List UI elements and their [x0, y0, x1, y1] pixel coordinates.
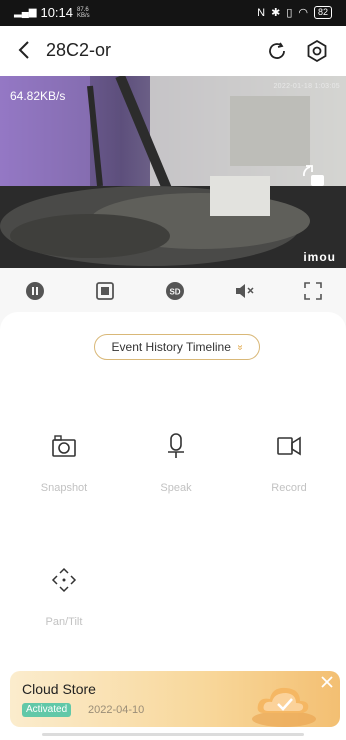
camera-icon	[52, 435, 76, 457]
video-record-icon	[277, 436, 301, 456]
status-badge: Activated	[22, 703, 72, 717]
pan-tilt-icon	[51, 567, 77, 593]
mute-icon[interactable]	[234, 280, 256, 302]
app-header: 28C2-or	[0, 26, 346, 76]
cloud-store-date: 2022-04-10	[88, 704, 145, 716]
bitrate-label: 64.82KB/s	[10, 89, 66, 103]
device-title: 28C2-or	[46, 40, 112, 60]
live-video[interactable]: 64.82KB/s 2022-01-18 1:03:05 imou	[0, 76, 346, 268]
bluetooth-icon: ✱	[271, 7, 281, 19]
speak-button[interactable]: Speak	[136, 432, 216, 494]
speak-label: Speak	[160, 482, 192, 494]
record-label: Record	[271, 482, 307, 494]
battery-indicator: 82	[313, 6, 332, 19]
snapshot-label: Snapshot	[40, 482, 88, 494]
refresh-icon[interactable]	[265, 39, 289, 63]
record-button[interactable]: Record	[249, 432, 329, 494]
cloud-icon	[252, 687, 316, 727]
settings-icon[interactable]	[305, 39, 329, 63]
vibrate-icon: ▯	[286, 7, 293, 19]
pause-icon[interactable]	[24, 280, 46, 302]
brand-logo: imou	[303, 250, 336, 264]
back-icon[interactable]	[14, 38, 36, 62]
cloud-store-title: Cloud Store	[22, 681, 96, 697]
fullscreen-icon[interactable]	[302, 280, 324, 302]
stop-icon[interactable]	[94, 280, 116, 302]
home-indicator	[42, 733, 304, 736]
sd-icon[interactable]: SD	[164, 280, 186, 302]
nfc-icon: N	[257, 6, 266, 19]
status-time: 10:14	[40, 5, 74, 20]
video-timestamp: 2022-01-18 1:03:05	[273, 83, 340, 90]
signal-icon: ▂▄▆	[14, 7, 37, 18]
network-speed: 87.6 KB/s	[77, 6, 90, 19]
wifi-icon: ◠	[298, 7, 308, 19]
timeline-label: Event History Timeline	[111, 340, 231, 354]
playback-controls: SD	[0, 268, 346, 312]
snapshot-button[interactable]: Snapshot	[24, 432, 104, 494]
screen-rotate-icon[interactable]	[300, 162, 328, 190]
microphone-icon	[168, 433, 184, 458]
chevron-down-icon: »	[234, 344, 246, 350]
status-bar: ▂▄▆ 10:14 87.6 KB/s N ✱ ▯ ◠ 82	[0, 0, 346, 26]
camera-scene	[0, 76, 346, 268]
pan-tilt-label: Pan/Tilt	[45, 616, 83, 628]
event-history-timeline-button[interactable]: Event History Timeline »	[94, 334, 260, 360]
pan-tilt-button[interactable]: Pan/Tilt	[24, 566, 104, 628]
cloud-store-banner[interactable]: Cloud Store Activated 2022-04-10	[10, 671, 340, 727]
svg-text:SD: SD	[169, 288, 180, 297]
close-icon[interactable]	[320, 675, 334, 689]
